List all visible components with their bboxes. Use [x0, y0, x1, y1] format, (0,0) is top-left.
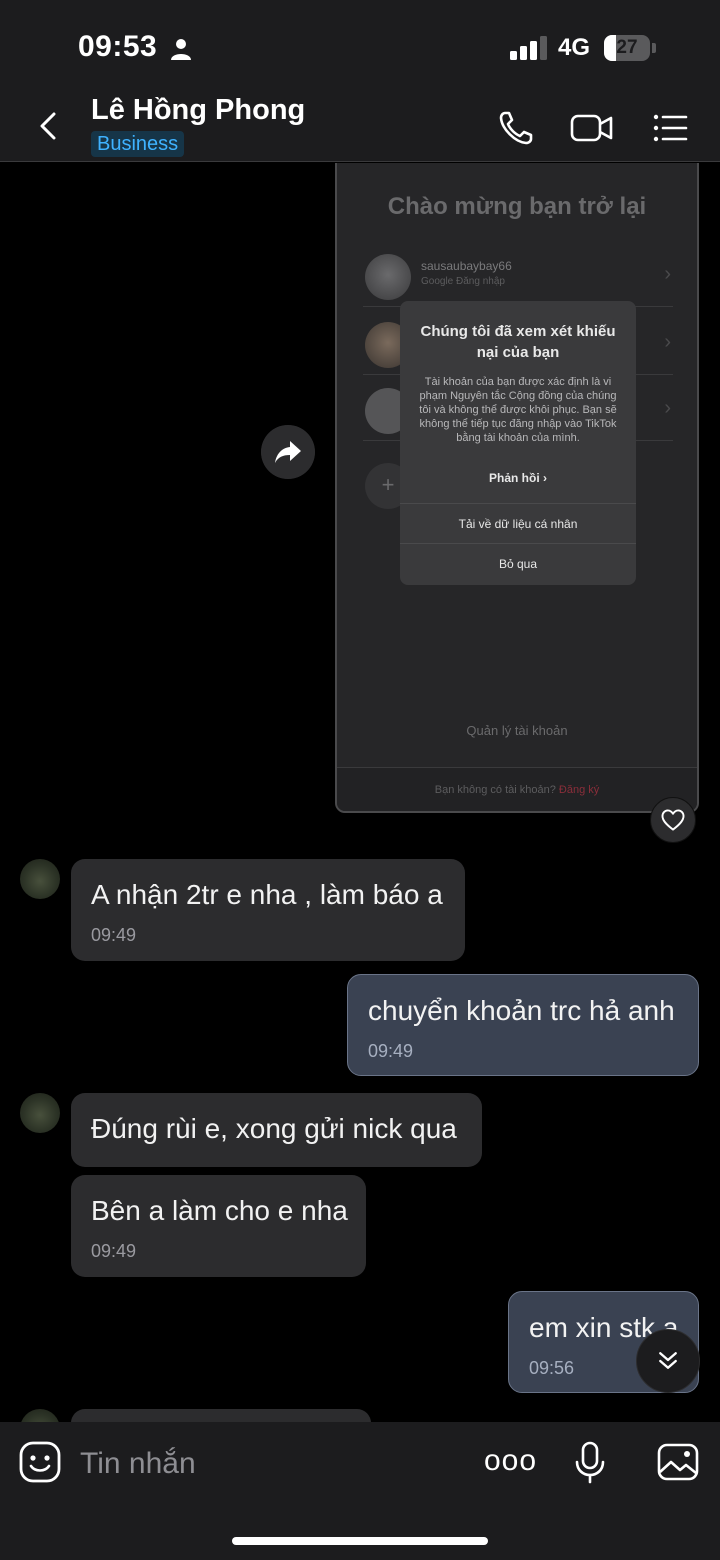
share-icon[interactable]	[261, 425, 315, 479]
message-text: chuyển khoản trc hả anh	[368, 995, 675, 1026]
chat-header: Lê Hồng Phong Business	[0, 90, 720, 162]
person-icon	[171, 39, 191, 60]
mic-icon[interactable]	[568, 1440, 612, 1484]
dialog-body: Tài khoản của bạn được xác định là vi ph…	[419, 376, 617, 444]
appeal-dialog: Chúng tôi đã xem xét khiếu nại của bạn T…	[400, 301, 636, 585]
message-time: 09:49	[91, 925, 137, 945]
signal-icon	[510, 36, 547, 60]
menu-icon[interactable]	[650, 108, 690, 148]
shared-image-title: Chào mừng bạn trở lại	[387, 193, 647, 220]
message-time: 09:49	[91, 1241, 137, 1261]
status-time: 09:53	[78, 30, 158, 63]
account-row: sausaubaybay66 Google Đăng nhập ›	[363, 249, 673, 307]
battery-level: 27	[616, 37, 638, 58]
avatar[interactable]	[20, 1409, 60, 1422]
message-text: Bên a làm cho e nha	[91, 1195, 348, 1226]
back-icon[interactable]	[28, 106, 68, 146]
message-text: A nhận 2tr e nha , làm báo a	[91, 879, 443, 910]
shared-image[interactable]: Chào mừng bạn trở lại sausaubaybay66 Goo…	[335, 163, 699, 813]
video-icon[interactable]	[570, 108, 614, 148]
more-options-button[interactable]: ooo	[484, 1444, 537, 1478]
avatar[interactable]	[20, 859, 60, 899]
manage-accounts-label: Quản lý tài khoản	[466, 723, 568, 738]
avatar[interactable]	[20, 1093, 60, 1133]
image-icon[interactable]	[656, 1440, 700, 1484]
message-incoming[interactable]: Đúng rùi e, xong gửi nick qua	[71, 1093, 482, 1167]
status-bar: 09:53 4G 27	[0, 0, 720, 90]
dialog-skip-button: Bỏ qua	[400, 543, 636, 583]
message-list[interactable]: Chào mừng bạn trở lại sausaubaybay66 Goo…	[0, 163, 720, 1422]
message-incoming[interactable]: A nhận 2tr e nha , làm báo a 09:49	[71, 859, 465, 961]
business-badge: Business	[91, 131, 185, 157]
message-incoming[interactable]	[71, 1409, 371, 1422]
chevron-double-down-icon[interactable]	[636, 1329, 700, 1393]
sticker-icon[interactable]	[18, 1440, 62, 1484]
network-type: 4G	[558, 34, 591, 61]
battery-indicator: 27	[604, 35, 656, 61]
message-incoming[interactable]: Bên a làm cho e nha 09:49	[71, 1175, 366, 1277]
message-outgoing[interactable]: chuyển khoản trc hả anh 09:49	[347, 974, 699, 1076]
dialog-download-button: Tải về dữ liệu cá nhân	[400, 503, 636, 543]
home-indicator	[232, 1537, 488, 1545]
dialog-feedback-link: Phản hồi ›	[489, 471, 547, 485]
message-text: Đúng rùi e, xong gửi nick qua	[91, 1113, 457, 1144]
shared-image-footer: Bạn không có tài khoản? Đăng ký	[337, 767, 697, 811]
contact-name[interactable]: Lê Hồng Phong	[91, 94, 305, 127]
phone-icon[interactable]	[496, 108, 536, 148]
heart-icon[interactable]	[650, 797, 696, 843]
message-time: 09:49	[368, 1041, 414, 1061]
message-time: 09:56	[529, 1358, 575, 1378]
message-input[interactable]	[78, 1440, 458, 1488]
dialog-title: Chúng tôi đã xem xét khiếu nại của bạn	[420, 323, 616, 361]
